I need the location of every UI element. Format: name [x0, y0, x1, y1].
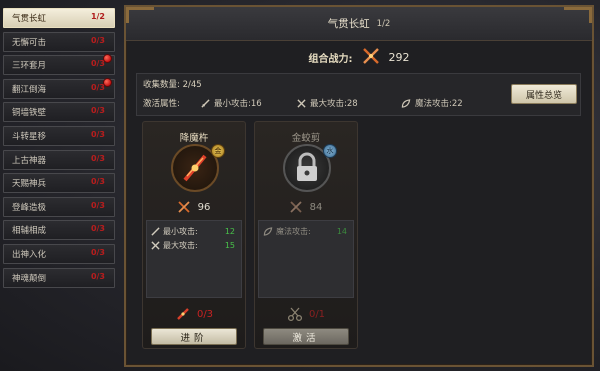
card-name: 金蛟剪 — [291, 133, 321, 144]
card-attr-row: 魔法攻击: 14 — [263, 225, 349, 237]
corner-ornament — [126, 7, 154, 23]
card-attributes: 魔法攻击: 14 — [258, 220, 354, 298]
card-power-row: 84 — [255, 201, 357, 213]
card-attr-row: 最大攻击: 15 — [151, 239, 237, 251]
list-item-label: 出神入化 — [12, 249, 47, 260]
list-item[interactable]: 登峰造极 0/3 — [3, 196, 115, 217]
card-progress-value: 0/3 — [196, 308, 214, 320]
list-item-label: 翻江倒海 — [12, 84, 47, 95]
crossed-swords-icon — [361, 46, 381, 69]
list-item[interactable]: 无懈可击 0/3 — [3, 31, 115, 52]
collection-card[interactable]: 降魔杵 金 96 最小攻击: 12 最大攻击: 15 0/3 进阶 — [142, 121, 246, 349]
list-item-label: 相辅相成 — [12, 226, 47, 237]
attr-magic-attack: 魔法攻击:22 — [401, 97, 463, 109]
cross-swords-icon — [297, 98, 306, 108]
list-item-label: 斗转星移 — [12, 131, 47, 142]
list-item[interactable]: 铜墙铁壁 0/3 — [3, 102, 115, 123]
card-power-value: 84 — [309, 201, 323, 213]
card-attr-value: 12 — [224, 226, 235, 236]
list-item[interactable]: 斗转星移 0/3 — [3, 125, 115, 146]
list-item-count: 0/3 — [90, 106, 105, 116]
card-attr-row: 最小攻击: 12 — [151, 225, 237, 237]
advance-button[interactable]: 进阶 — [151, 328, 237, 345]
combo-power-row: 组合战力: 292 — [126, 43, 592, 71]
leaf-icon — [401, 98, 411, 108]
list-item-count: 0/3 — [90, 200, 105, 210]
card-attr-value: 15 — [224, 240, 235, 250]
collect-count: 收集数量: 2/45 — [143, 80, 202, 90]
cross-swords-icon — [151, 240, 160, 250]
attr-min-attack: 最小攻击:16 — [201, 97, 262, 109]
crossed-swords-icon — [177, 201, 190, 213]
list-item-count: 0/3 — [90, 177, 105, 187]
attr-max-attack: 最大攻击:28 — [297, 97, 358, 109]
list-item[interactable]: 天赐神兵 0/3 — [3, 173, 115, 194]
list-item-label: 天赐神兵 — [12, 179, 47, 190]
list-item[interactable]: 翻江倒海 0/3 — [3, 77, 115, 99]
collection-list: 气贯长虹 1/2 无懈可击 0/3 三环套月 0/3 翻江倒海 0/3 铜墙铁壁… — [3, 8, 115, 291]
combo-power-label: 组合战力: — [308, 53, 353, 65]
attribute-summary-button[interactable]: 属性总览 — [511, 84, 577, 104]
card-attributes: 最小攻击: 12 最大攻击: 15 — [146, 220, 242, 298]
list-item[interactable]: 三环套月 0/3 — [3, 54, 115, 76]
card-power-row: 96 — [143, 201, 245, 213]
sword-icon — [151, 226, 160, 236]
list-item-label: 气贯长虹 — [12, 14, 47, 24]
leaf-icon — [263, 226, 273, 236]
panel-title-count: 1/2 — [376, 18, 391, 29]
gold-element-badge: 金 — [211, 144, 225, 158]
scissors-fragment-icon — [287, 307, 303, 322]
panel-title: 气贯长虹 — [327, 18, 370, 30]
panel-title-bar: 气贯长虹 1/2 — [126, 7, 592, 41]
water-element-badge: 水 — [323, 144, 337, 158]
collection-panel: 气贯长虹 1/2 组合战力: 292 收集数量: 2/45 激活属性: 最小攻击… — [124, 5, 594, 367]
list-item[interactable]: 出神入化 0/3 — [3, 243, 115, 264]
card-progress-value: 0/1 — [308, 308, 326, 320]
crossed-swords-icon — [289, 201, 302, 213]
notification-dot-icon — [103, 77, 112, 87]
stats-box: 收集数量: 2/45 激活属性: 最小攻击:16 最大攻击:28 魔法攻击:22… — [136, 73, 581, 116]
list-item-count: 1/2 — [90, 12, 105, 21]
list-item-count: 0/3 — [90, 247, 105, 257]
corner-ornament — [564, 7, 592, 23]
card-power-value: 96 — [197, 201, 211, 213]
list-item-label: 铜墙铁壁 — [12, 108, 47, 119]
sword-icon — [201, 98, 210, 108]
notification-dot-icon — [103, 54, 112, 64]
list-item-count: 0/3 — [90, 271, 105, 281]
list-item[interactable]: 上古神器 0/3 — [3, 149, 115, 170]
vajra-fragment-icon — [177, 308, 189, 320]
card-progress: 0/3 — [143, 306, 245, 322]
activate-label: 激活属性: — [143, 99, 180, 109]
card-progress: 0/1 — [255, 306, 357, 322]
list-item-label: 无懈可击 — [12, 37, 47, 48]
list-item-label: 神魂颠倒 — [12, 273, 47, 284]
list-item-count: 0/3 — [90, 224, 105, 234]
list-item-label: 上古神器 — [12, 155, 47, 166]
list-item[interactable]: 神魂颠倒 0/3 — [3, 267, 115, 288]
activate-button[interactable]: 激活 — [263, 328, 349, 345]
card-attr-value: 14 — [336, 226, 347, 236]
collection-card[interactable]: 金蛟剪 水 84 魔法攻击: 14 0/1 激活 — [254, 121, 358, 349]
combo-power-value: 292 — [388, 50, 410, 64]
list-item-count: 0/3 — [90, 35, 105, 45]
list-item-label: 三环套月 — [12, 61, 47, 72]
list-item-label: 登峰造极 — [12, 202, 47, 213]
list-item-count: 0/3 — [90, 129, 105, 139]
card-name: 降魔杵 — [179, 133, 209, 144]
list-item[interactable]: 气贯长虹 1/2 — [3, 8, 115, 28]
list-item[interactable]: 相辅相成 0/3 — [3, 220, 115, 241]
list-item-count: 0/3 — [90, 153, 105, 163]
